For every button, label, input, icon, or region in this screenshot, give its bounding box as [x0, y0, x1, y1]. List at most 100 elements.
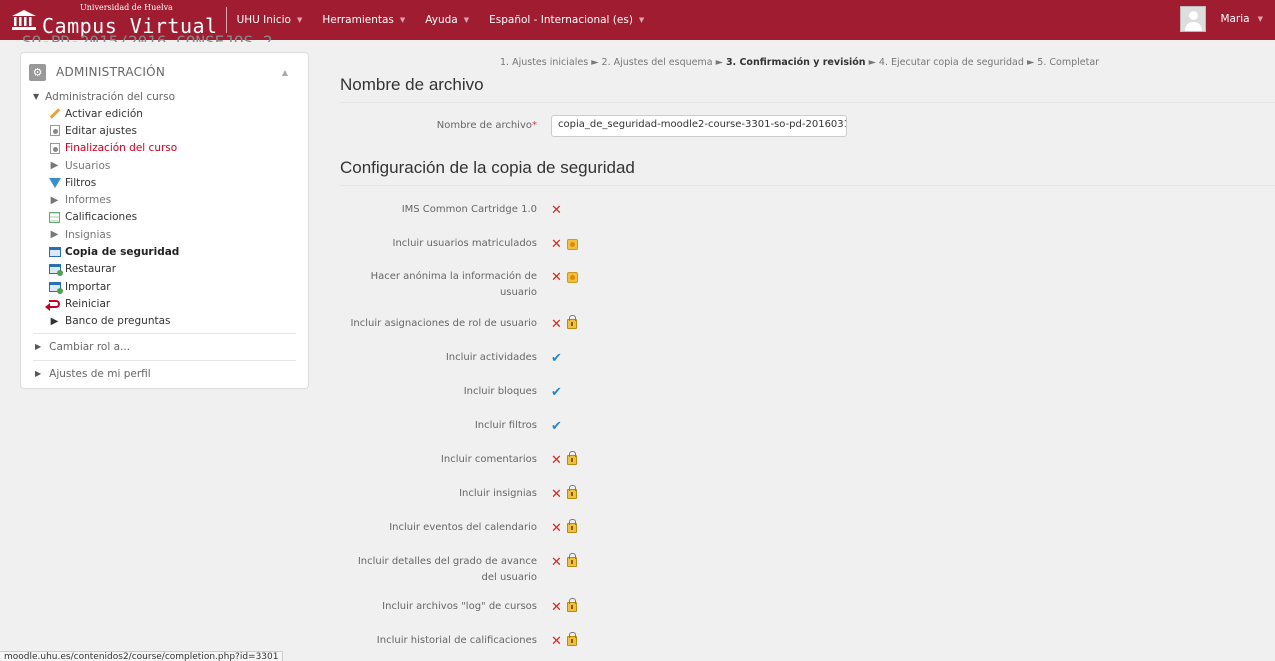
cross-icon: ✕ [551, 452, 562, 468]
user-name[interactable]: Maria [1220, 13, 1249, 25]
import-icon [48, 281, 63, 294]
sidebar-item-calificaciones[interactable]: Calificaciones [33, 209, 296, 226]
reset-icon [45, 298, 61, 311]
divider [340, 185, 1275, 186]
caret-down-icon: ▼ [638, 16, 645, 24]
menu-ayuda[interactable]: Ayuda ▼ [425, 14, 469, 26]
cross-icon: ✕ [551, 554, 562, 570]
setting-value: ✕ [551, 315, 577, 332]
switch-role-node[interactable]: ▶ Cambiar rol a... [33, 337, 296, 357]
pencil-icon [48, 108, 61, 120]
filter-icon [48, 177, 61, 189]
filename-section-heading: Nombre de archivo [340, 75, 484, 94]
main-menu: UHU Inicio ▼ Herramientas ▼ Ayuda ▼ Español… [237, 14, 665, 26]
check-icon: ✔ [551, 418, 562, 434]
check-icon: ✔ [551, 384, 562, 400]
setting-value: ✕ [551, 451, 577, 468]
sidebar-item-usuarios[interactable]: ▶ Usuarios [33, 157, 296, 174]
setting-value: ✔ [551, 384, 562, 400]
setting-label: Incluir detalles del grado de avance del… [357, 556, 537, 583]
filename-field[interactable]: copia_de_seguridad-moodle2-course-3301-s… [551, 115, 847, 137]
profile-settings-node[interactable]: ▶ Ajustes de mi perfil [33, 364, 296, 384]
lock-icon [566, 485, 577, 499]
divider [33, 359, 296, 361]
page-title: SO-PD-2015/2016 CONSEJOS 2 [22, 32, 273, 42]
cross-icon: ✕ [551, 599, 562, 615]
block-title: ADMINISTRACIÓN [56, 65, 166, 79]
sidebar-item-reiniciar[interactable]: Reiniciar [33, 295, 296, 312]
sidebar-item-editar-ajustes[interactable]: Editar ajustes [33, 122, 296, 139]
setting-label: Incluir insignias [459, 488, 537, 499]
caret-down-icon: ▼ [1257, 15, 1263, 23]
cross-icon: ✕ [551, 202, 562, 218]
setting-label: Incluir filtros [474, 420, 537, 431]
sidebar-item-banco-preguntas[interactable]: ▶ Banco de preguntas [33, 313, 296, 330]
divider [340, 102, 1275, 103]
setting-value: ✕ [551, 553, 577, 570]
sidebar-item-activar-edicion[interactable]: Activar edición [33, 105, 296, 122]
university-building-icon [12, 10, 36, 30]
expand-icon: ▶ [35, 369, 42, 379]
sidebar-item-insignias[interactable]: ▶ Insignias [33, 226, 296, 243]
expand-icon: ▶ [50, 229, 59, 241]
administration-block: ⚙ ADMINISTRACIÓN ▲ ▼ Administración del … [20, 52, 309, 389]
university-name: Universidad de Huelva [80, 3, 173, 12]
setting-label: Incluir asignaciones de rol de usuario [350, 318, 537, 329]
expanded-icon: ▼ [33, 92, 40, 101]
course-admin-node[interactable]: ▼ Administración del curso [33, 88, 296, 105]
menu-herramientas[interactable]: Herramientas ▼ [322, 14, 405, 26]
sidebar-item-restaurar[interactable]: Restaurar [33, 261, 296, 278]
avatar[interactable] [1180, 6, 1207, 32]
lock-icon [566, 315, 577, 329]
sidebar-item-copia-de-seguridad[interactable]: Copia de seguridad [33, 243, 296, 260]
setting-value: ✕ [551, 519, 577, 536]
gears-icon: ⚙ [29, 63, 46, 81]
warning-badge-icon [566, 271, 578, 283]
restore-icon [48, 263, 63, 277]
setting-value: ✕ [551, 202, 562, 218]
settings-doc-icon [48, 125, 61, 137]
block-header: ⚙ ADMINISTRACIÓN ▲ [21, 53, 308, 89]
backup-steps: 1. Ajustes iniciales ► 2. Ajustes del es… [500, 57, 1100, 68]
settings-doc-icon [48, 142, 61, 154]
brand-divider [225, 7, 227, 33]
setting-value: ✕ [551, 598, 577, 615]
cross-icon: ✕ [551, 316, 562, 332]
setting-label: Hacer anónima la información de usuario [370, 271, 537, 298]
caret-down-icon: ▼ [296, 16, 303, 24]
sidebar-item-importar[interactable]: Importar [33, 278, 296, 295]
cross-icon: ✕ [551, 486, 562, 502]
setting-value: ✕ [551, 632, 577, 649]
lock-icon [566, 451, 577, 465]
expand-icon: ▶ [50, 160, 59, 172]
browser-status-url: moodle.uhu.es/contenidos2/course/complet… [0, 651, 284, 661]
language-menu[interactable]: Español - Internacional (es) ▼ [489, 14, 644, 26]
lock-icon [566, 598, 577, 612]
setting-label: Incluir actividades [445, 352, 537, 363]
cross-icon: ✕ [551, 633, 562, 649]
sidebar-item-informes[interactable]: ▶ Informes [33, 191, 296, 208]
user-menu[interactable]: Maria ▼ [1180, 6, 1263, 32]
caret-down-icon: ▼ [399, 16, 406, 24]
collapse-icon[interactable]: ▲ [282, 68, 288, 77]
setting-value: ✔ [551, 418, 562, 434]
admin-tree: ▼ Administración del curso Activar edici… [21, 88, 308, 388]
setting-label: Incluir usuarios matriculados [392, 238, 537, 249]
course-admin-label: Administración del curso [45, 90, 176, 103]
config-section-heading: Configuración de la copia de seguridad [340, 158, 635, 177]
setting-label: Incluir comentarios [440, 454, 537, 465]
expand-icon: ▶ [50, 315, 59, 327]
sidebar-item-finalizacion[interactable]: Finalización del curso [33, 140, 296, 157]
backup-icon [48, 246, 61, 258]
menu-uhu-inicio[interactable]: UHU Inicio ▼ [237, 14, 303, 26]
setting-label: Incluir eventos del calendario [389, 522, 537, 533]
warning-badge-icon [566, 238, 578, 250]
caret-down-icon: ▼ [463, 16, 470, 24]
sidebar-item-filtros[interactable]: Filtros [33, 174, 296, 191]
grades-icon [48, 211, 61, 223]
divider [33, 332, 296, 334]
lock-icon [566, 519, 577, 533]
cross-icon: ✕ [551, 269, 562, 285]
setting-value: ✔ [551, 350, 562, 366]
setting-label: Incluir archivos "log" de cursos [382, 601, 537, 612]
